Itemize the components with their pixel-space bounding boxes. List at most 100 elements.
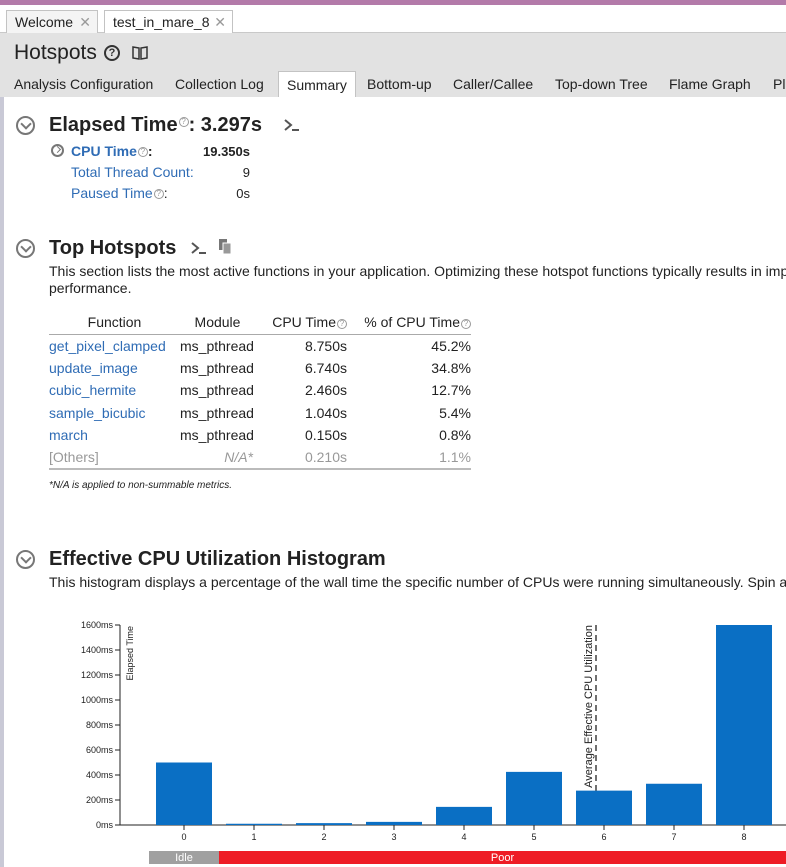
tab-top-down-tree[interactable]: Top-down Tree [555, 71, 648, 97]
function-link[interactable]: cubic_hermite [49, 379, 180, 402]
histogram-bar [576, 790, 632, 825]
y-tick-label: 400ms [86, 770, 114, 780]
table-row: update_image ms_pthread 6.740s 34.8% [49, 357, 471, 380]
y-tick-label: 1200ms [81, 670, 114, 680]
help-icon[interactable]: ? [178, 117, 189, 127]
tab-welcome-label: Welcome [15, 14, 74, 30]
cpu-time-cell: 1.040s [304, 404, 347, 421]
cpu-utilization-histogram: 0ms 200ms 400ms 600ms 800ms 1000ms 1200ms 1400m… [81, 620, 786, 864]
function-others: [Others] [49, 446, 180, 470]
command-prompt-icon[interactable] [284, 118, 300, 132]
module-cell: ms_pthread [180, 404, 254, 421]
y-tick-label: 1000ms [81, 695, 114, 705]
close-icon[interactable]: ✕ [79, 14, 91, 31]
paused-time-colon: : [163, 185, 168, 201]
collapse-histogram-icon[interactable] [16, 550, 35, 569]
x-tick-label: 0 [181, 832, 186, 842]
module-cell: ms_pthread [180, 337, 254, 354]
help-icon[interactable]: ? [137, 147, 148, 158]
cpu-time-cell: 0.150s [304, 427, 347, 444]
y-tick-label: 0ms [96, 820, 114, 830]
tab-flame-graph[interactable]: Flame Graph [669, 71, 751, 97]
cpu-time-cell: 0.210s [255, 446, 347, 470]
elapsed-time-title: Elapsed Time [49, 114, 178, 136]
column-header-function[interactable]: Function [49, 311, 180, 335]
pct-cell: 5.4% [439, 404, 471, 421]
histogram-bar [436, 806, 492, 825]
tab-test-in-mare-8[interactable]: test_in_mare_8 ✕ [104, 10, 233, 33]
function-link[interactable]: sample_bicubic [49, 402, 180, 425]
utilization-range-label: Poor [491, 852, 515, 864]
table-row: cubic_hermite ms_pthread 2.460s 12.7% [49, 379, 471, 402]
editor-tab-bar: Welcome ✕ test_in_mare_8 ✕ [0, 5, 786, 33]
utilization-range-label: Idle [175, 852, 193, 864]
histogram-bar [296, 823, 352, 825]
analysis-header: Hotspots ? Analysis Configuration Collec… [0, 33, 786, 97]
y-tick-label: 1400ms [81, 645, 114, 655]
book-icon[interactable] [131, 45, 149, 61]
close-icon[interactable]: ✕ [214, 14, 226, 31]
elapsed-time-value: : 3.297s [188, 114, 262, 136]
top-hotspots-title: Top Hotspots [49, 237, 177, 259]
tab-welcome[interactable]: Welcome ✕ [6, 10, 98, 33]
module-cell: ms_pthread [180, 427, 254, 444]
histogram-bar [506, 771, 562, 825]
expand-cpu-time-icon[interactable] [51, 144, 64, 157]
help-icon[interactable]: ? [461, 318, 471, 329]
x-tick-label: 1 [251, 832, 256, 842]
function-link[interactable]: update_image [49, 357, 180, 380]
tab-caller-callee[interactable]: Caller/Callee [453, 71, 533, 97]
cpu-time-cell: 8.750s [304, 337, 347, 354]
histogram-bar [226, 823, 282, 825]
pct-cell: 0.8% [439, 427, 471, 444]
top-hotspots-table: Function Module CPU Time? % of CPU Time?… [49, 311, 471, 470]
tab-analysis-configuration[interactable]: Analysis Configuration [14, 71, 153, 97]
table-row: sample_bicubic ms_pthread 1.040s 5.4% [49, 402, 471, 425]
average-utilization-label: Average Effective CPU Utilization [583, 625, 595, 788]
x-tick-label: 7 [671, 832, 676, 842]
help-icon[interactable]: ? [337, 318, 347, 329]
histogram-bar [366, 821, 422, 825]
top-hotspots-description-line1: This section lists the most active funct… [49, 263, 786, 279]
cpu-time-cell: 6.740s [304, 359, 347, 376]
tab-platform[interactable]: Pl [773, 71, 785, 97]
paused-time-metric: Paused Time?: [71, 185, 168, 201]
column-header-cpu-time-label: CPU Time [272, 314, 336, 331]
function-link[interactable]: get_pixel_clamped [49, 334, 180, 357]
command-prompt-icon[interactable] [191, 241, 207, 255]
cpu-time-metric[interactable]: CPU Time?: [71, 143, 153, 159]
column-header-module[interactable]: Module [180, 311, 255, 335]
x-tick-label: 5 [531, 832, 536, 842]
function-link[interactable]: march [49, 424, 180, 447]
column-header-cpu-time[interactable]: CPU Time? [255, 311, 347, 335]
histogram-title: Effective CPU Utilization Histogram [49, 548, 386, 570]
help-icon[interactable]: ? [104, 45, 120, 61]
tab-result-label: test_in_mare_8 [113, 14, 210, 30]
tab-bottom-up[interactable]: Bottom-up [367, 71, 432, 97]
help-icon[interactable]: ? [153, 189, 164, 200]
table-header-row: Function Module CPU Time? % of CPU Time? [49, 311, 471, 335]
histogram-bar [716, 625, 772, 825]
copy-icon[interactable] [218, 238, 233, 255]
pct-cell: 12.7% [431, 382, 471, 399]
x-tick-label: 3 [391, 832, 396, 842]
table-row-others: [Others] N/A* 0.210s 1.1% [49, 446, 471, 470]
column-header-pct-label: % of CPU Time [364, 314, 460, 331]
x-tick-label: 2 [321, 832, 326, 842]
chart-labels: 0ms 200ms 400ms 600ms 800ms 1000ms 1200ms 1400m… [81, 620, 747, 864]
tab-collection-log[interactable]: Collection Log [175, 71, 264, 97]
module-cell: ms_pthread [180, 359, 254, 376]
na-footnote: *N/A is applied to non-summable metrics. [49, 480, 233, 491]
x-tick-label: 8 [741, 832, 746, 842]
collapse-top-hotspots-icon[interactable] [16, 239, 35, 258]
y-axis-label: Elapsed Time [125, 626, 135, 681]
histogram-bar [156, 762, 212, 825]
tab-summary[interactable]: Summary [278, 71, 356, 97]
cpu-time-value: 19.350s [203, 144, 250, 159]
elapsed-time-heading: Elapsed Time?: 3.297s [49, 114, 262, 137]
paused-time-label: Paused Time [71, 185, 153, 201]
chart-bars [149, 625, 786, 864]
collapse-elapsed-time-icon[interactable] [16, 116, 35, 135]
table-row: get_pixel_clamped ms_pthread 8.750s 45.2… [49, 334, 471, 357]
column-header-pct-cpu-time[interactable]: % of CPU Time? [347, 311, 471, 335]
